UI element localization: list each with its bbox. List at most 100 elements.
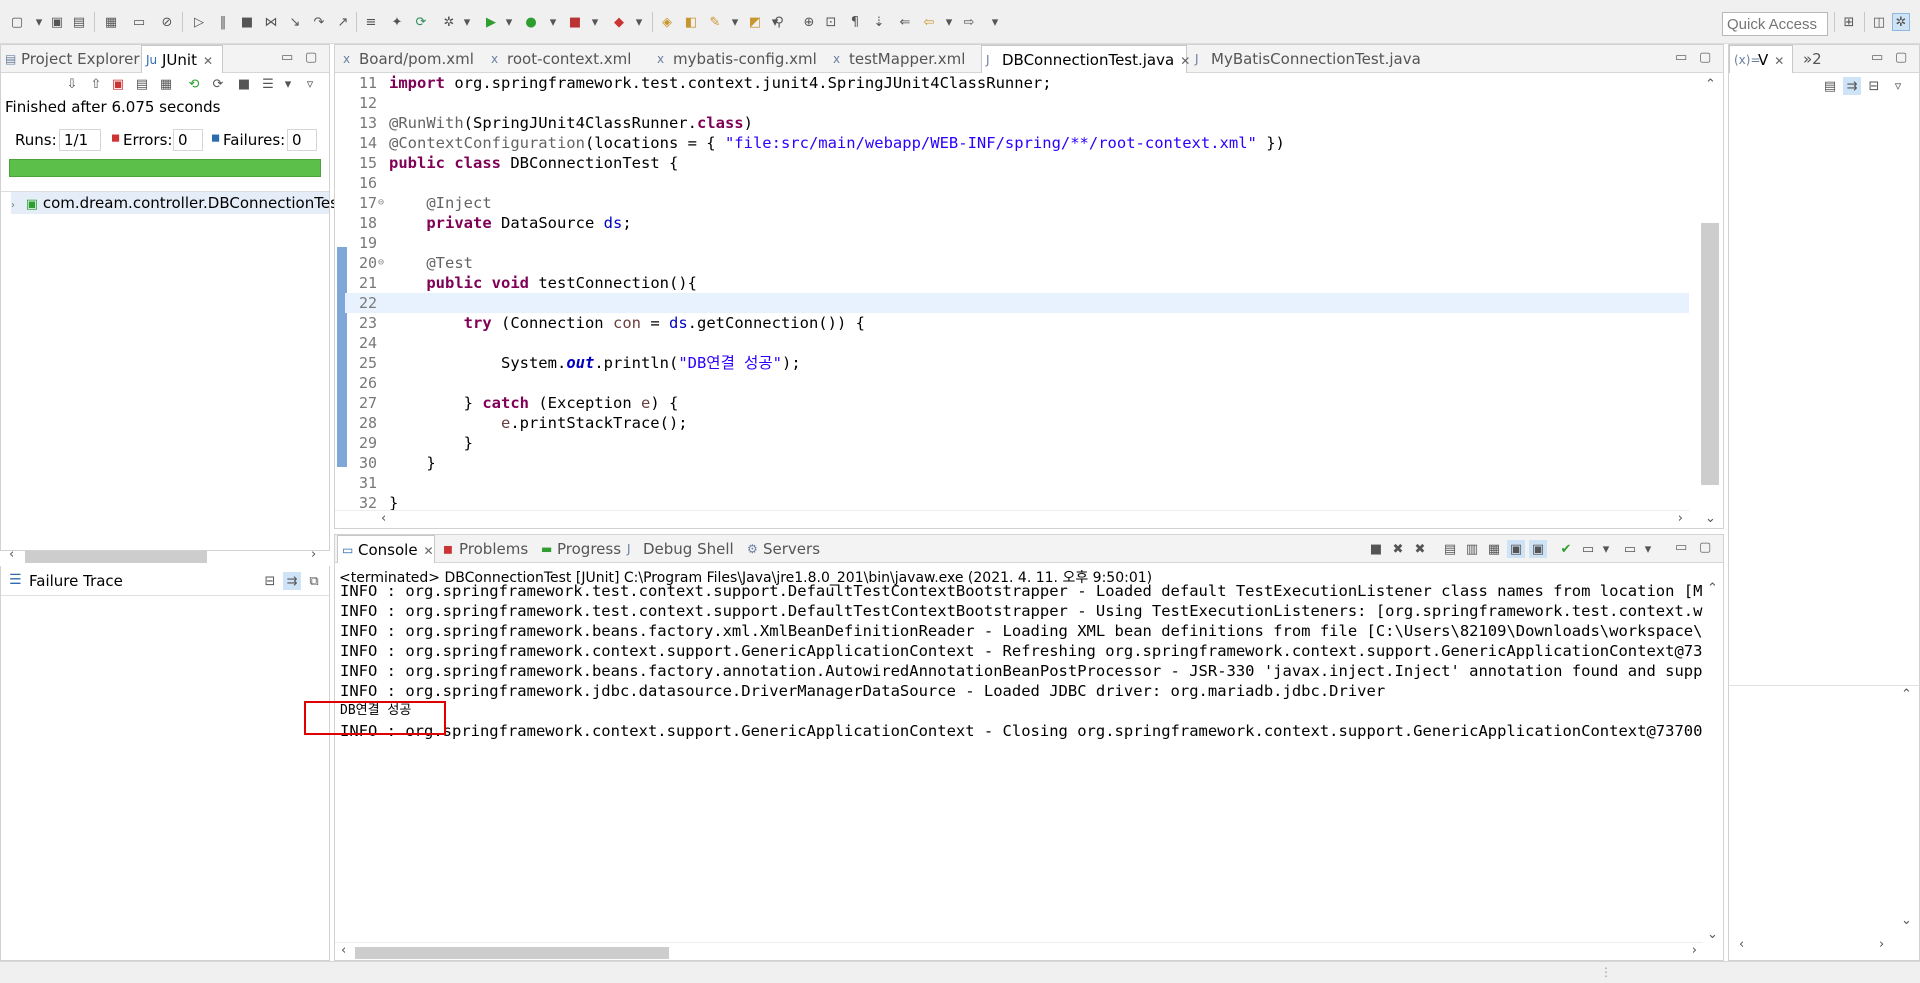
- fold-icon[interactable]: ⊖: [378, 253, 384, 273]
- previous-dropdown-icon[interactable]: ▾: [940, 13, 958, 31]
- quick-access-input[interactable]: [1722, 12, 1828, 36]
- close-icon[interactable]: ✕: [1180, 54, 1190, 68]
- maximize-icon[interactable]: ▢: [305, 45, 317, 73]
- forward-icon[interactable]: ⇨: [960, 13, 978, 31]
- brush-dropdown-icon[interactable]: ▾: [726, 13, 744, 31]
- history-icon[interactable]: ☰: [259, 75, 277, 93]
- minimize-icon[interactable]: ▭: [1871, 45, 1883, 73]
- tab-problems[interactable]: ◼ Problems: [439, 535, 535, 563]
- tab-variables[interactable]: (x)= V ✕: [1729, 45, 1793, 73]
- terminate-icon[interactable]: ■: [1367, 540, 1385, 558]
- copy-trace-icon[interactable]: ⧉: [305, 572, 323, 590]
- pin-icon[interactable]: ⊕: [800, 13, 818, 31]
- maximize-icon[interactable]: ▢: [1699, 535, 1711, 563]
- console-vscrollbar[interactable]: ⌃ ⌄: [1703, 581, 1723, 942]
- show-stdout-icon[interactable]: ▣: [1507, 540, 1525, 558]
- filter-stack-icon[interactable]: ⇉: [283, 572, 301, 590]
- close-icon[interactable]: ✕: [1774, 54, 1784, 68]
- scroll-down-icon[interactable]: ⌄: [1707, 927, 1718, 942]
- run-icon[interactable]: ▶: [482, 13, 500, 31]
- server-icon[interactable]: ◆: [610, 13, 628, 31]
- show-stderr-icon[interactable]: ▣: [1529, 540, 1547, 558]
- tab-board-pom[interactable]: x Board/pom.xml: [339, 45, 487, 73]
- refresh-icon[interactable]: ⟳: [412, 13, 430, 31]
- show-logical-structure-icon[interactable]: ⇉: [1843, 77, 1861, 95]
- left-hthumb[interactable]: [25, 551, 207, 563]
- scroll-left-icon[interactable]: ‹: [381, 511, 386, 526]
- tab-root-context[interactable]: x root-context.xml: [487, 45, 647, 73]
- scroll-left-icon[interactable]: ‹: [9, 547, 14, 562]
- show-type-names-icon[interactable]: ▤: [1821, 77, 1839, 95]
- search-icon[interactable]: ⚲: [770, 13, 788, 31]
- scroll-right-icon[interactable]: ›: [1692, 943, 1697, 958]
- history-dropdown-icon[interactable]: ▾: [279, 75, 297, 93]
- skip-icon[interactable]: ⊘: [158, 13, 176, 31]
- previous-failure-icon[interactable]: ⇧: [87, 75, 105, 93]
- tab-mybatis-connection-test[interactable]: J MyBatisConnectionTest.java: [1191, 45, 1421, 73]
- tab-mybatis-config[interactable]: x mybatis-config.xml: [653, 45, 825, 73]
- view-menu-icon[interactable]: ▿: [1889, 77, 1907, 95]
- debug-dropdown-icon[interactable]: ▾: [458, 13, 476, 31]
- dropdown-icon[interactable]: ▾: [30, 13, 48, 31]
- brush-icon[interactable]: ✎: [706, 13, 724, 31]
- tab-dbconnection-test[interactable]: J DBConnectionTest.java ✕: [981, 45, 1190, 73]
- scroll-up-icon[interactable]: ⌃: [1901, 687, 1912, 702]
- tab-progress[interactable]: ▬ Progress: [537, 535, 629, 563]
- scroll-lock-icon[interactable]: ▥: [1463, 540, 1481, 558]
- tab-junit[interactable]: Ju JUnit ✕: [141, 45, 223, 73]
- left-hscrollbar[interactable]: ‹ ›: [1, 547, 329, 565]
- stop-icon[interactable]: ■: [235, 75, 253, 93]
- server-dropdown-icon[interactable]: ▾: [630, 13, 648, 31]
- editor-vthumb[interactable]: [1701, 223, 1719, 485]
- editor-vscrollbar[interactable]: ⌃ ⌄: [1689, 73, 1723, 528]
- show-failures-only-icon[interactable]: ▣: [109, 75, 127, 93]
- open-dropdown-icon[interactable]: ▾: [1639, 540, 1657, 558]
- tab-servers[interactable]: ⚙ Servers: [743, 535, 835, 563]
- scroll-left-icon[interactable]: ‹: [1739, 937, 1744, 952]
- editor-hscrollbar[interactable]: ‹ ›: [335, 510, 1689, 528]
- remove-all-icon[interactable]: ✖: [1411, 540, 1429, 558]
- console-output[interactable]: INFO : org.springframework.test.context.…: [335, 581, 1703, 741]
- code-editor[interactable]: 11 import org.springframework.test.contex…: [345, 73, 1689, 510]
- terminal-icon[interactable]: ▭: [130, 13, 148, 31]
- next-failure-icon[interactable]: ⇩: [63, 75, 81, 93]
- scroll-right-icon[interactable]: ›: [1678, 511, 1683, 526]
- collapse-all-icon[interactable]: ⊟: [1865, 77, 1883, 95]
- step-return-icon[interactable]: ↗: [334, 13, 352, 31]
- scroll-down-icon[interactable]: ⌄: [1705, 511, 1716, 526]
- tab-debug-shell[interactable]: J Debug Shell: [623, 535, 747, 563]
- tab-console[interactable]: ▭ Console ✕: [337, 535, 435, 563]
- scroll-up-icon[interactable]: ⌃: [1705, 77, 1716, 92]
- whitespace-icon[interactable]: ¶: [846, 13, 864, 31]
- console-hscrollbar[interactable]: ‹ ›: [335, 942, 1703, 960]
- debug-icon[interactable]: ✲: [440, 13, 458, 31]
- run-dropdown-icon[interactable]: ▾: [500, 13, 518, 31]
- open-console-icon[interactable]: ▭: [1621, 540, 1639, 558]
- wand-icon[interactable]: ✦: [388, 13, 406, 31]
- coverage-icon[interactable]: ●: [522, 13, 540, 31]
- scroll-right-icon[interactable]: ›: [1879, 937, 1884, 952]
- scroll-up-icon[interactable]: ⌃: [1707, 581, 1718, 596]
- external-dropdown-icon[interactable]: ▾: [586, 13, 604, 31]
- new-icon[interactable]: ▢: [8, 13, 26, 31]
- minimize-icon[interactable]: ▭: [1675, 45, 1687, 73]
- resume-icon[interactable]: ▷: [190, 13, 208, 31]
- remove-launch-icon[interactable]: ✖: [1389, 540, 1407, 558]
- maximize-icon[interactable]: ▢: [1699, 45, 1711, 73]
- tab-overflow[interactable]: »2: [1797, 45, 1837, 73]
- clear-console-icon[interactable]: ▤: [1441, 540, 1459, 558]
- compare-icon[interactable]: ⊟: [261, 572, 279, 590]
- tab-project-explorer[interactable]: ▤ Project Explorer: [1, 45, 140, 73]
- save-all-icon[interactable]: ▤: [70, 13, 88, 31]
- external-tools-icon[interactable]: ■: [566, 13, 584, 31]
- minimize-icon[interactable]: ▭: [1675, 535, 1687, 563]
- rerun-failed-icon[interactable]: ⟳: [209, 75, 227, 93]
- console-hthumb[interactable]: [355, 947, 669, 959]
- pin-console-icon[interactable]: ✔: [1557, 540, 1575, 558]
- display-dropdown-icon[interactable]: ▾: [1597, 540, 1615, 558]
- layout-icon[interactable]: ▦: [157, 75, 175, 93]
- test-tree-item[interactable]: › ▣ com.dream.controller.DBConnectionTes…: [11, 192, 344, 214]
- minimize-icon[interactable]: ▭: [281, 45, 293, 73]
- fold-icon[interactable]: ⊖: [378, 193, 384, 213]
- console-view-icon[interactable]: ≡: [362, 13, 380, 31]
